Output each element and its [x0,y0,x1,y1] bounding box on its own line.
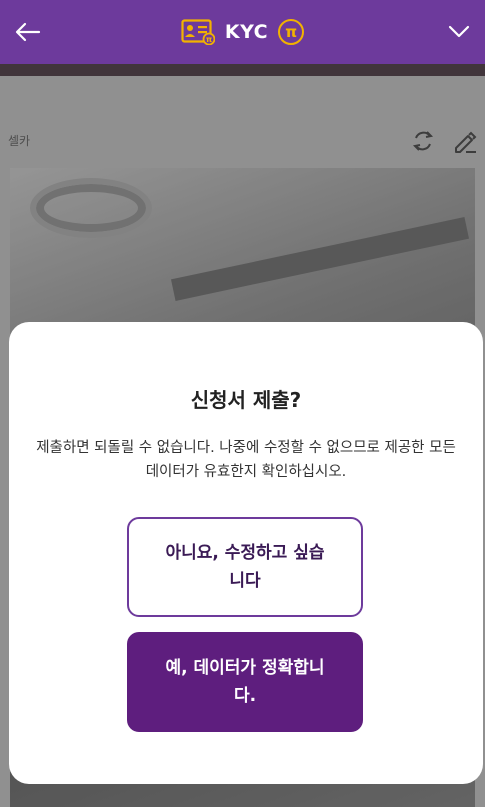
dialog-title: 신청서 제출? [190,388,302,412]
back-button[interactable] [10,14,46,50]
pi-logo-glyph: π [285,23,298,41]
arrow-left-icon [15,22,41,42]
pi-logo: π [278,19,305,45]
chevron-down-icon [448,25,470,38]
dialog-message: 제출하면 되돌릴 수 없습니다. 나중에 수정할 수 없으므로 제공한 모든 데… [36,440,456,480]
page-title: KYC [224,21,269,43]
svg-text:π: π [206,35,212,44]
confirm-button[interactable]: 예, 데이터가 정확합니다. [127,632,363,732]
edit-button[interactable]: 아니요, 수정하고 싶습니다 [127,517,363,617]
top-bar: π KYC π [0,0,485,64]
submit-confirm-dialog: 신청서 제출? 제출하면 되돌릴 수 없습니다. 나중에 수정할 수 없으므로 … [9,322,483,784]
collapse-button[interactable] [441,14,477,50]
header-center: π KYC π [181,19,305,45]
id-card-icon: π [181,19,215,45]
